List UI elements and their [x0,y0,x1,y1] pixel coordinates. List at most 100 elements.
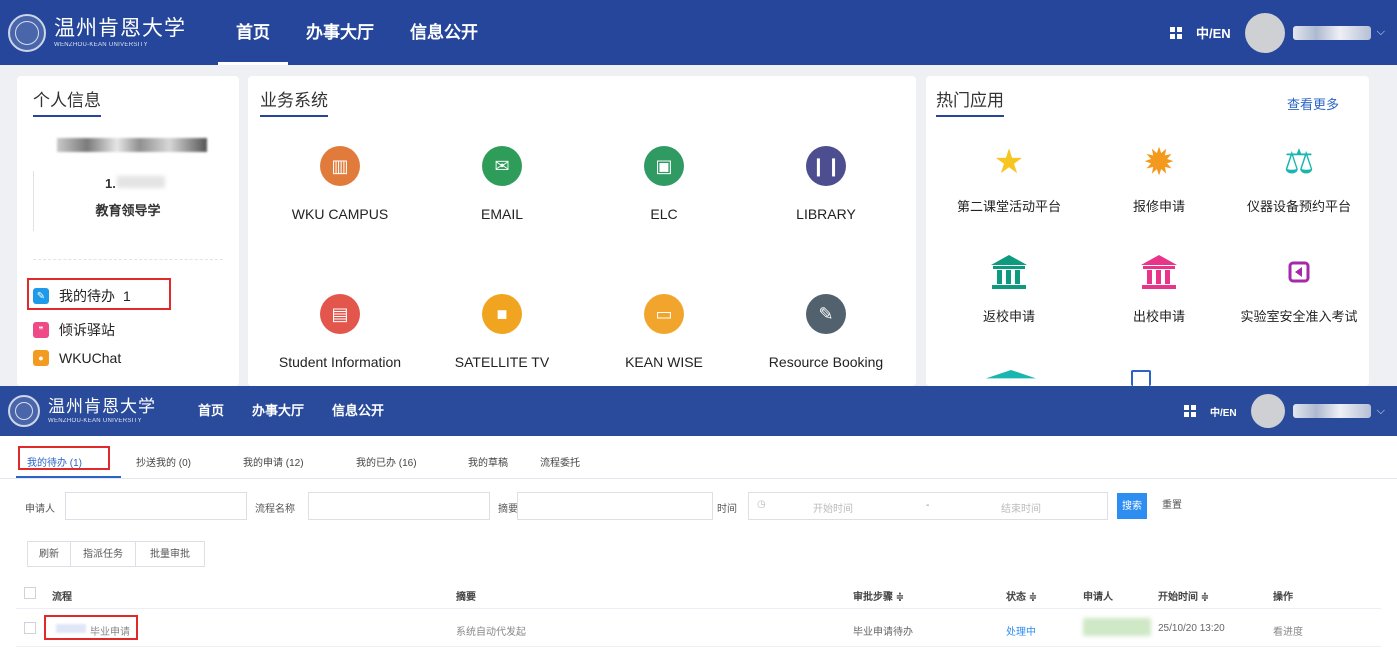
app-label: 仪器设备预约平台 [1246,199,1351,214]
bank-building-pink-icon [1084,252,1234,292]
view-progress-link[interactable]: 看进度 [1273,623,1303,638]
logo-name-cn: 温州肯恩大学 [48,397,156,416]
tab-my-drafts[interactable]: 我的草稿 [468,454,508,469]
system-student-information[interactable]: ▤ Student Information [260,294,420,370]
personal-info-card: 个人信息 1. 教育领导学 ✎ 我的待办 1 ❞ 倾诉驿站 ● WKUChat [17,76,239,386]
top-navbar-secondary: 温州肯恩大学 WENZHOU-KEAN UNIVERSITY 首页 办事大厅 信… [0,386,1397,436]
filter-summary-label: 摘要 [498,504,518,515]
row-summary: 系统自动代发起 [456,627,526,638]
process-name-input[interactable] [308,492,490,520]
col-start-time[interactable]: 开始时间 ≑ [1158,588,1209,603]
tab-my-todo[interactable]: 我的待办 (1) [27,454,82,469]
process-link[interactable]: 毕业申请 [90,623,130,638]
tab-my-done[interactable]: 我的已办 (16) [356,454,417,469]
col-approval-step[interactable]: 审批步骤 ≑ [853,588,904,603]
star-icon: ★ [993,143,1025,181]
assign-task-button[interactable]: 指派任务 [70,541,136,567]
search-button[interactable]: 搜索 [1117,493,1147,519]
system-label: Resource Booking [768,354,884,370]
nav-info-public[interactable]: 信息公开 [318,386,398,436]
app-label: 返校申请 [982,309,1035,324]
logo-name-en: WENZHOU-KEAN UNIVERSITY [54,41,148,48]
app-second-classroom[interactable]: ★ 第二课堂活动平台 [934,142,1084,215]
logo-name-en: WENZHOU-KEAN UNIVERSITY [48,418,142,424]
hot-apps-card: 热门应用 查看更多 ★ 第二课堂活动平台 ✹ 报修申请 ⚖ 仪器设备预约平台 返… [926,76,1369,386]
graduation-cap-icon[interactable] [986,370,1036,379]
app-return-campus[interactable]: 返校申请 [934,252,1084,325]
nav-home[interactable]: 首页 [184,386,238,436]
link-wkuchat-label: WKUChat [59,350,122,366]
system-satellite-tv[interactable]: ■ SATELLITE TV [422,294,582,370]
system-kean-wise[interactable]: ▭ KEAN WISE [584,294,744,370]
link-confide-station[interactable]: ❞ 倾诉驿站 [33,320,115,340]
document-icon[interactable] [1131,370,1151,386]
personal-info-title: 个人信息 [33,86,101,117]
view-more-link[interactable]: 查看更多 [1287,94,1339,113]
system-elc[interactable]: ▣ ELC [584,146,744,222]
university-seal-icon [8,13,46,52]
tab-cc-me[interactable]: 抄送我的 (0) [136,454,191,469]
avatar[interactable] [1250,394,1285,428]
row-checkbox[interactable] [24,622,36,634]
system-label: LIBRARY [796,206,856,222]
chevron-down-icon[interactable]: ⌵ [1377,405,1385,418]
col-status[interactable]: 状态 ≑ [1006,588,1037,603]
date-range-picker[interactable]: ◷ 开始时间 - 结束时间 [748,492,1108,520]
app-label: 报修申请 [1132,199,1185,214]
program-name: 教育领导学 [95,203,161,218]
gear-icon: ✹ [1143,141,1175,184]
app-repair-request[interactable]: ✹ 报修申请 [1084,142,1234,215]
avatar[interactable] [1244,12,1285,53]
apps-grid-icon[interactable] [1169,26,1182,39]
student-id-blurred [117,176,165,188]
envelope-icon: ✉ [482,146,522,186]
system-label: Student Information [278,354,402,370]
username-blurred[interactable] [1292,25,1371,40]
nav-service-hall[interactable]: 办事大厅 [238,386,318,436]
batch-approve-button[interactable]: 批量审批 [135,541,205,567]
row-approval-step: 毕业申请待办 [853,627,913,638]
balance-scale-icon: ⚖ [1283,143,1315,181]
university-logo[interactable]: 温州肯恩大学 WENZHOU-KEAN UNIVERSITY [8,395,156,427]
system-label: ELC [650,206,678,222]
col-applicant: 申请人 [1083,592,1113,603]
col-actions: 操作 [1273,592,1293,603]
tab-process-delegation[interactable]: 流程委托 [540,454,580,469]
range-separator: - [926,500,930,511]
link-my-todo-label: 我的待办 [59,288,115,304]
nav-info-public[interactable]: 信息公开 [392,0,496,65]
app-leave-campus[interactable]: 出校申请 [1084,252,1234,325]
applicant-input[interactable] [65,492,247,520]
end-time-placeholder[interactable]: 结束时间 [1001,500,1041,515]
nav-home[interactable]: 首页 [218,0,288,65]
system-label: EMAIL [480,206,523,222]
app-label: 实验室安全准入考试 [1240,309,1358,324]
system-email[interactable]: ✉ EMAIL [422,146,582,222]
chevron-down-icon[interactable]: ⌵ [1377,26,1385,39]
logo-name-cn: 温州肯恩大学 [54,15,186,40]
university-logo[interactable]: 温州肯恩大学 WENZHOU-KEAN UNIVERSITY [8,13,186,52]
link-wkuchat[interactable]: ● WKUChat [33,350,121,366]
todo-count: 1 [123,288,131,304]
language-toggle[interactable]: 中/EN [1210,404,1237,419]
link-my-todo[interactable]: ✎ 我的待办 1 [33,286,131,306]
reset-button[interactable]: 重置 [1153,493,1191,519]
system-resource-booking[interactable]: ✎ Resource Booking [746,294,906,370]
apps-grid-icon[interactable] [1183,405,1196,417]
nav-service-hall[interactable]: 办事大厅 [288,0,392,65]
refresh-button[interactable]: 刷新 [27,541,71,567]
tab-my-applications[interactable]: 我的申请 (12) [243,454,304,469]
username-blurred[interactable] [1292,404,1371,418]
system-wku-campus[interactable]: ▥ WKU CAMPUS [260,146,420,222]
summary-input[interactable] [517,492,713,520]
library-books-icon: ❙❙ [806,146,846,186]
app-equipment-booking[interactable]: ⚖ 仪器设备预约平台 [1224,142,1369,215]
system-library[interactable]: ❙❙ LIBRARY [746,146,906,222]
bank-building-icon [934,252,1084,292]
app-lab-safety-exam[interactable]: 实验室安全准入考试 [1224,252,1369,325]
start-time-placeholder[interactable]: 开始时间 [813,500,853,515]
row-status: 处理中 [1006,627,1036,638]
select-all-checkbox[interactable] [24,587,36,599]
elc-graduation-icon: ▣ [644,146,684,186]
language-toggle[interactable]: 中/EN [1196,23,1231,42]
